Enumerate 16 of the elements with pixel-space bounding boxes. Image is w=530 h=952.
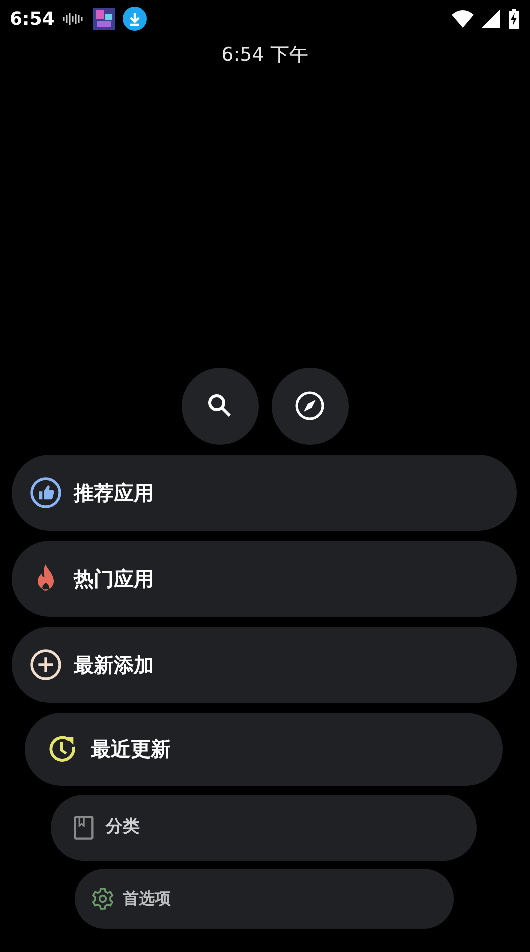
status-time: 6:54 <box>10 8 55 32</box>
menu-item[interactable]: 分类 <box>51 794 477 860</box>
signal-icon <box>482 10 500 28</box>
download-icon <box>122 7 147 31</box>
sound-wave-icon <box>62 12 85 26</box>
search-icon <box>206 392 234 420</box>
compass-icon <box>295 391 325 421</box>
menu-item[interactable]: 推荐应用 <box>12 454 517 530</box>
menu-item[interactable]: 最近更新 <box>25 712 503 786</box>
app-thumbnail-icon <box>92 8 115 30</box>
menu-item[interactable]: 最新添加 <box>12 626 517 702</box>
battery-icon <box>508 9 520 29</box>
menu-item[interactable]: 热门应用 <box>12 540 517 616</box>
menu-item[interactable]: 首选项 <box>75 868 454 928</box>
clock-time: 6:54 下午 <box>220 43 310 68</box>
wifi-icon <box>452 10 474 28</box>
